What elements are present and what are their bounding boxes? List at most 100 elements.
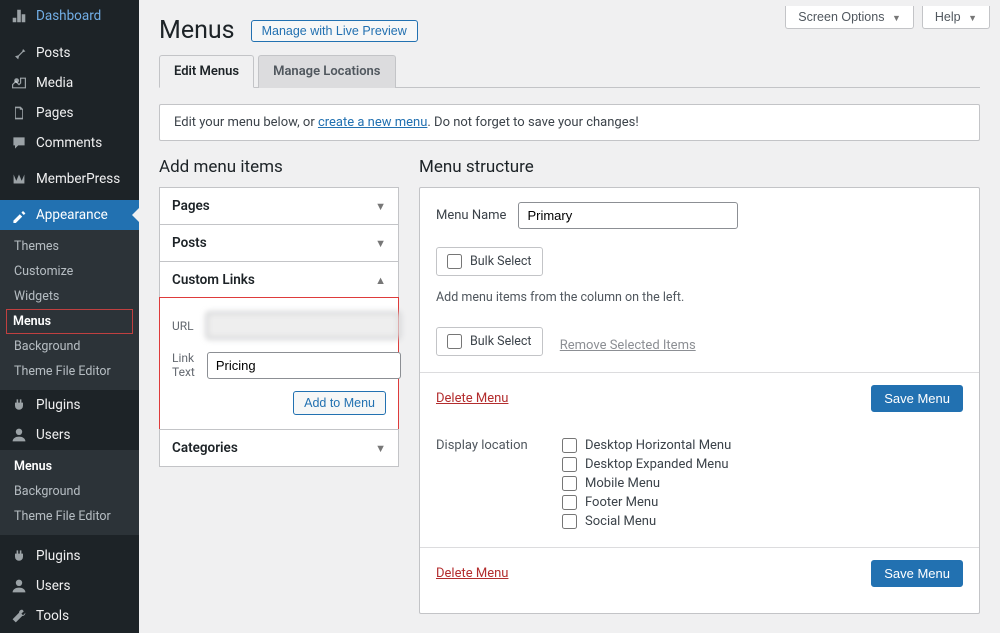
metabox-pages-toggle[interactable]: Pages ▼	[160, 188, 398, 224]
chevron-down-icon: ▼	[892, 13, 901, 23]
sidebar-item-users[interactable]: Users	[0, 420, 139, 450]
notice-text-suffix: . Do not forget to save your changes!	[427, 115, 638, 130]
custom-link-text-input[interactable]	[207, 352, 401, 379]
sidebar-item-posts[interactable]: Posts	[0, 38, 139, 68]
location-option[interactable]: Social Menu	[562, 514, 731, 529]
delete-menu-link-2[interactable]: Delete Menu	[436, 566, 508, 581]
loc-checkbox[interactable]	[562, 495, 577, 510]
sidebar-item-appearance[interactable]: Appearance	[0, 200, 139, 230]
nav-tabs: Edit Menus Manage Locations	[159, 55, 980, 88]
media-icon	[10, 75, 28, 91]
loc-checkbox[interactable]	[562, 476, 577, 491]
sidebar-item-comments[interactable]: Comments	[0, 128, 139, 158]
tool-icon	[10, 608, 28, 624]
remove-selected-items-link[interactable]: Remove Selected Items	[560, 338, 696, 353]
appearance-submenu: Themes Customize Widgets Menus Backgroun…	[0, 230, 139, 390]
loc-checkbox[interactable]	[562, 457, 577, 472]
screen-options-button[interactable]: Screen Options ▼	[785, 6, 914, 29]
metabox-categories-toggle[interactable]: Categories ▼	[160, 430, 398, 466]
sidebar-item-memberpress[interactable]: MemberPress	[0, 164, 139, 194]
notice-text-prefix: Edit your menu below, or	[174, 115, 318, 130]
location-option[interactable]: Footer Menu	[562, 495, 731, 510]
user-icon	[10, 427, 28, 443]
empty-menu-instructions: Add menu items from the column on the le…	[436, 290, 963, 305]
metabox-title: Posts	[172, 235, 207, 251]
sidebar-item-label: Posts	[36, 45, 70, 61]
metabox-posts-toggle[interactable]: Posts ▼	[160, 225, 398, 261]
add-menu-items-heading: Add menu items	[159, 157, 399, 177]
sidebar-item-plugins[interactable]: Plugins	[0, 390, 139, 420]
edit-menu-notice: Edit your menu below, or create a new me…	[159, 104, 980, 141]
sidebar-item-label: Plugins	[36, 397, 81, 413]
metabox-custom-links-toggle[interactable]: Custom Links ▲	[160, 262, 398, 298]
help-button[interactable]: Help ▼	[922, 6, 990, 29]
subnav-menus[interactable]: Menus	[6, 309, 133, 334]
sidebar-item-tools[interactable]: Tools	[0, 601, 139, 631]
help-label: Help	[935, 10, 961, 24]
create-new-menu-link[interactable]: create a new menu	[318, 115, 427, 130]
sidebar-item-label: Appearance	[36, 207, 108, 223]
menu-structure-panel: Menu Name Bulk Select Add menu items fro…	[419, 187, 980, 614]
plugin-icon	[10, 397, 28, 413]
menu-name-input[interactable]	[518, 202, 738, 229]
plugin-icon	[10, 548, 28, 564]
sidebar-item-label: Pages	[36, 105, 74, 121]
metabox-custom-links: Custom Links ▲ URL Link Text Add to Menu	[159, 261, 399, 430]
admin-sidebar: Dashboard Posts Media Pages Comments Mem…	[0, 0, 139, 633]
bulk-select-label: Bulk Select	[470, 254, 532, 269]
appearance-icon	[10, 207, 28, 223]
tab-edit-menus[interactable]: Edit Menus	[159, 55, 254, 88]
chevron-up-icon: ▲	[375, 274, 386, 287]
add-to-menu-button[interactable]: Add to Menu	[293, 391, 386, 415]
bulk-select-label: Bulk Select	[470, 334, 532, 349]
display-location-list: Desktop Horizontal Menu Desktop Expanded…	[562, 438, 731, 533]
location-option[interactable]: Mobile Menu	[562, 476, 731, 491]
screen-meta-links: Screen Options ▼ Help ▼	[785, 6, 990, 29]
subnav-background-2[interactable]: Background	[0, 479, 139, 504]
sidebar-item-users-2[interactable]: Users	[0, 571, 139, 601]
subnav-theme-file-editor-2[interactable]: Theme File Editor	[0, 504, 139, 529]
bulk-select-top[interactable]: Bulk Select	[436, 247, 543, 276]
pages-icon	[10, 105, 28, 121]
delete-menu-link-1[interactable]: Delete Menu	[436, 391, 508, 406]
loc-checkbox[interactable]	[562, 438, 577, 453]
bulk-select-checkbox-bottom[interactable]	[447, 334, 462, 349]
subnav-menus-2[interactable]: Menus	[0, 454, 139, 479]
custom-link-url-input[interactable]	[206, 312, 400, 339]
subnav-background[interactable]: Background	[0, 334, 139, 359]
sidebar-item-media[interactable]: Media	[0, 68, 139, 98]
sidebar-item-label: Users	[36, 578, 70, 594]
metabox-posts: Posts ▼	[159, 224, 399, 262]
tab-manage-locations[interactable]: Manage Locations	[258, 55, 395, 88]
save-menu-button-1[interactable]: Save Menu	[871, 385, 963, 412]
sidebar-item-label: Users	[36, 427, 70, 443]
menu-structure-heading: Menu structure	[419, 157, 980, 177]
screen-options-label: Screen Options	[798, 10, 884, 24]
location-option[interactable]: Desktop Expanded Menu	[562, 457, 731, 472]
main-content: Screen Options ▼ Help ▼ Menus Manage wit…	[139, 0, 1000, 633]
sidebar-item-dashboard[interactable]: Dashboard	[0, 0, 139, 32]
save-menu-button-2[interactable]: Save Menu	[871, 560, 963, 587]
subnav-themes[interactable]: Themes	[0, 234, 139, 259]
subnav-customize[interactable]: Customize	[0, 259, 139, 284]
metabox-categories: Categories ▼	[159, 429, 399, 467]
url-label: URL	[172, 319, 194, 333]
chevron-down-icon: ▼	[375, 237, 386, 250]
display-location-label: Display location	[436, 438, 536, 533]
subnav-widgets[interactable]: Widgets	[0, 284, 139, 309]
pin-icon	[10, 45, 28, 61]
sidebar-item-label: Plugins	[36, 548, 81, 564]
sidebar-item-label: MemberPress	[36, 171, 120, 187]
loc-checkbox[interactable]	[562, 514, 577, 529]
chevron-down-icon: ▼	[375, 200, 386, 213]
metabox-pages: Pages ▼	[159, 187, 399, 225]
bulk-select-checkbox-top[interactable]	[447, 254, 462, 269]
sidebar-item-pages[interactable]: Pages	[0, 98, 139, 128]
menu-name-label: Menu Name	[436, 208, 506, 223]
location-option[interactable]: Desktop Horizontal Menu	[562, 438, 731, 453]
subnav-theme-file-editor[interactable]: Theme File Editor	[0, 359, 139, 384]
sidebar-item-label: Media	[36, 75, 73, 91]
sidebar-item-plugins-2[interactable]: Plugins	[0, 541, 139, 571]
manage-live-preview-button[interactable]: Manage with Live Preview	[251, 20, 418, 42]
bulk-select-bottom[interactable]: Bulk Select	[436, 327, 543, 356]
